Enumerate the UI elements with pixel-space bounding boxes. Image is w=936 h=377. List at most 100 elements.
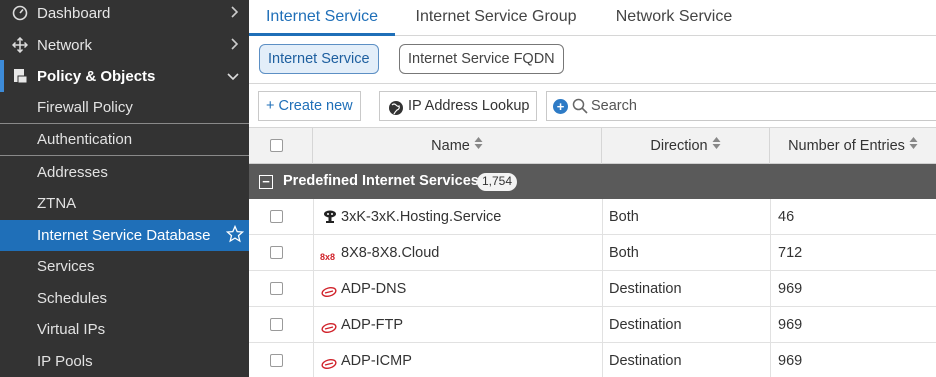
sidebar-divider <box>0 155 249 156</box>
table-row[interactable]: ADP-ICMP Destination 969 <box>249 343 936 377</box>
column-divider <box>602 343 603 377</box>
policy-objects-icon <box>12 68 28 84</box>
sidebar-item-virtual-ips[interactable]: Virtual IPs <box>0 314 249 345</box>
service-direction: Destination <box>609 353 682 369</box>
adp-logo-icon <box>321 284 337 300</box>
sidebar-item-label: Internet Service Database <box>37 227 211 244</box>
subtab-internet-service-fqdn[interactable]: Internet Service FQDN <box>399 44 564 74</box>
search-bar: + <box>546 91 936 121</box>
service-entries: 969 <box>778 317 803 333</box>
toolbar: + Create new IP Address Lookup + <box>249 84 936 128</box>
subtab-internet-service[interactable]: Internet Service <box>259 44 379 74</box>
column-divider <box>313 343 314 377</box>
table-header: Name Direction Number of Entries <box>249 128 936 164</box>
column-header-number-of-entries[interactable]: Number of Entries <box>770 128 936 164</box>
column-header-direction[interactable]: Direction <box>602 128 770 164</box>
column-divider <box>602 235 603 271</box>
column-divider <box>602 271 603 307</box>
main-content: Internet Service Internet Service Group … <box>249 0 936 377</box>
tab-network-service[interactable]: Network Service <box>603 0 745 36</box>
column-divider <box>770 271 771 307</box>
sidebar-item-label: Virtual IPs <box>37 321 106 338</box>
sidebar: Dashboard Network Policy & Objects Firew… <box>0 0 249 377</box>
service-direction: Destination <box>609 317 682 333</box>
row-checkbox[interactable] <box>270 282 283 295</box>
column-divider <box>770 235 771 271</box>
service-name: ADP-DNS <box>341 281 407 297</box>
svg-text:8x8: 8x8 <box>320 252 335 261</box>
column-divider <box>313 307 314 343</box>
service-entries: 46 <box>778 209 795 225</box>
sidebar-item-network[interactable]: Network <box>0 29 249 61</box>
service-entries: 969 <box>778 353 803 369</box>
sort-icon <box>474 128 483 164</box>
sidebar-item-label: Dashboard <box>37 4 111 22</box>
create-new-button[interactable]: + Create new <box>258 91 361 121</box>
service-entries: 969 <box>778 281 803 297</box>
sidebar-item-label: Addresses <box>37 164 108 181</box>
sidebar-item-firewall-policy[interactable]: Firewall Policy <box>0 92 249 123</box>
sidebar-item-policy-objects[interactable]: Policy & Objects <box>0 60 249 92</box>
sidebar-item-label: Network <box>37 36 93 54</box>
dashboard-icon <box>12 5 28 21</box>
column-header-name[interactable]: Name <box>313 128 602 164</box>
row-checkbox[interactable] <box>270 210 283 223</box>
sidebar-item-ztna[interactable]: ZTNA <box>0 188 249 219</box>
chevron-down-icon <box>227 69 239 84</box>
column-divider <box>602 199 603 235</box>
chevron-right-icon <box>231 5 239 21</box>
search-input[interactable] <box>591 96 891 116</box>
column-header-label: Direction <box>650 138 708 154</box>
group-row-predefined[interactable]: − Predefined Internet Services 1,754 <box>249 164 936 199</box>
service-direction: Both <box>609 245 639 261</box>
sidebar-item-ip-pools[interactable]: IP Pools <box>0 346 249 377</box>
group-title: Predefined Internet Services <box>283 173 479 189</box>
sidebar-item-schedules[interactable]: Schedules <box>0 283 249 314</box>
8x8-logo-icon: 8x8 <box>320 248 340 264</box>
star-icon[interactable] <box>225 224 245 243</box>
table-row[interactable]: 3xK-3xK.Hosting.Service Both 46 <box>249 199 936 235</box>
ip-address-lookup-label: IP Address Lookup <box>408 98 530 114</box>
sidebar-item-services[interactable]: Services <box>0 251 249 282</box>
select-all-checkbox[interactable] <box>270 139 283 152</box>
service-name: ADP-ICMP <box>341 353 412 369</box>
row-checkbox[interactable] <box>270 318 283 331</box>
sidebar-item-label: Policy & Objects <box>37 67 156 85</box>
column-divider <box>313 199 314 235</box>
row-checkbox[interactable] <box>270 354 283 367</box>
column-header-label: Name <box>431 138 470 154</box>
collapse-icon[interactable]: − <box>259 175 273 189</box>
table-row[interactable]: ADP-DNS Destination 969 <box>249 271 936 307</box>
network-icon <box>12 37 28 53</box>
column-divider <box>602 307 603 343</box>
column-divider <box>770 199 771 235</box>
add-filter-icon[interactable]: + <box>553 99 568 114</box>
sidebar-item-label: Firewall Policy <box>37 99 133 116</box>
sidebar-item-authentication[interactable]: Authentication <box>0 124 249 155</box>
chevron-right-icon <box>231 37 239 53</box>
sidebar-item-label: Authentication <box>37 131 133 148</box>
hosting-service-icon <box>322 209 338 225</box>
column-header-label: Number of Entries <box>788 138 905 154</box>
sidebar-item-dashboard[interactable]: Dashboard <box>0 0 249 29</box>
sidebar-item-label: ZTNA <box>37 195 77 212</box>
sidebar-item-label: Services <box>37 258 95 275</box>
sidebar-item-addresses[interactable]: Addresses <box>0 157 249 188</box>
tab-internet-service-group[interactable]: Internet Service Group <box>404 0 588 36</box>
globe-icon <box>388 98 404 126</box>
table-row[interactable]: ADP-FTP Destination 969 <box>249 307 936 343</box>
sidebar-item-internet-service-database[interactable]: Internet Service Database <box>0 220 249 251</box>
sidebar-item-label: Schedules <box>37 290 108 307</box>
tab-internet-service[interactable]: Internet Service <box>249 0 395 36</box>
row-checkbox[interactable] <box>270 246 283 259</box>
service-direction: Destination <box>609 281 682 297</box>
search-icon <box>572 98 588 117</box>
table-row[interactable]: 8x8 8X8-8X8.Cloud Both 712 <box>249 235 936 271</box>
service-name: 3xK-3xK.Hosting.Service <box>341 209 502 225</box>
service-direction: Both <box>609 209 639 225</box>
adp-logo-icon <box>321 320 337 336</box>
column-divider <box>313 271 314 307</box>
ip-address-lookup-button[interactable]: IP Address Lookup <box>379 91 538 121</box>
sort-icon <box>712 128 721 164</box>
group-count-badge: 1,754 <box>477 173 518 191</box>
